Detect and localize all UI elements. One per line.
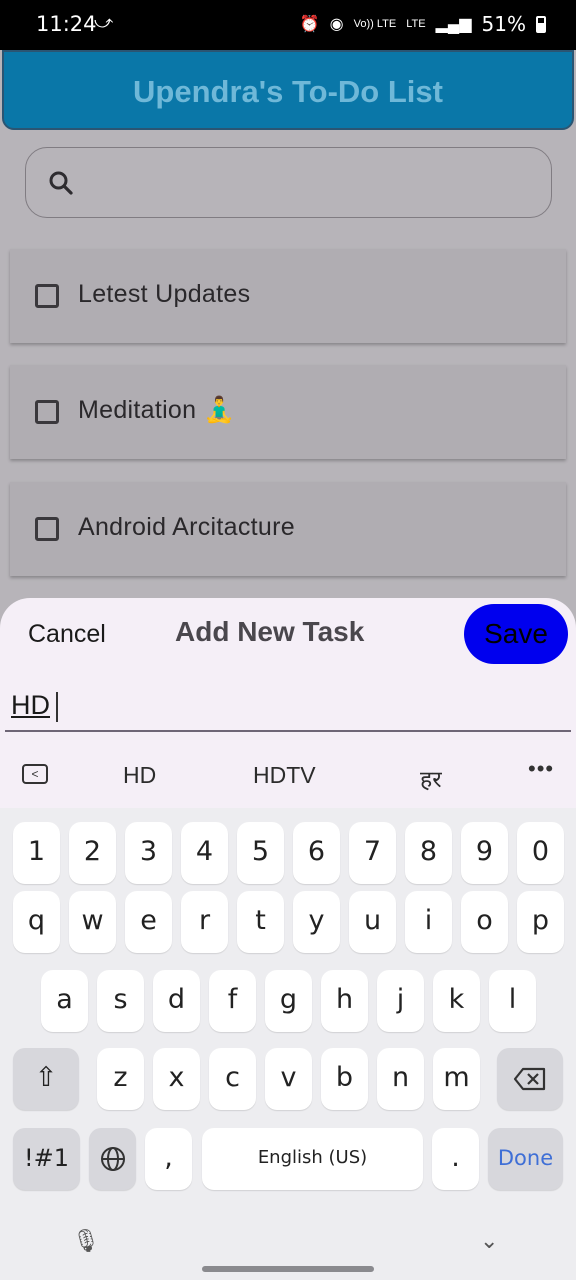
keyboard-toolbar-icon[interactable]: < — [22, 764, 48, 784]
key-9[interactable]: 9 — [461, 822, 508, 884]
key-p[interactable]: p — [517, 891, 564, 953]
key-a[interactable]: a — [41, 970, 88, 1032]
task-input-value: HD — [11, 690, 50, 720]
key-u[interactable]: u — [349, 891, 396, 953]
signal-icon: ▂▄▆ — [435, 16, 472, 33]
shift-key[interactable]: ⇧ — [13, 1048, 79, 1110]
suggestion-item[interactable]: हर — [420, 762, 442, 794]
key-t[interactable]: t — [237, 891, 284, 953]
key-6[interactable]: 6 — [293, 822, 340, 884]
key-j[interactable]: j — [377, 970, 424, 1032]
key-y[interactable]: y — [293, 891, 340, 953]
task-label: Meditation 🧘‍♂️ — [78, 396, 236, 424]
key-8[interactable]: 8 — [405, 822, 452, 884]
status-time: 11:24 — [36, 12, 97, 36]
key-g[interactable]: g — [265, 970, 312, 1032]
key-2[interactable]: 2 — [69, 822, 116, 884]
status-bar: 11:24 ⤻ ⏰ ◉ Vo)) LTE LTE ▂▄▆ 51% — [0, 0, 576, 50]
key-z[interactable]: z — [97, 1048, 144, 1110]
key-e[interactable]: e — [125, 891, 172, 953]
period-key[interactable]: . — [432, 1128, 479, 1190]
task-item[interactable]: Meditation 🧘‍♂️ — [10, 365, 566, 459]
task-label: Android Arcitacture — [78, 513, 295, 541]
key-h[interactable]: h — [321, 970, 368, 1032]
key-i[interactable]: i — [405, 891, 452, 953]
microphone-icon[interactable]: 🎙 — [72, 1228, 100, 1254]
key-1[interactable]: 1 — [13, 822, 60, 884]
key-5[interactable]: 5 — [237, 822, 284, 884]
battery-percent: 51% — [481, 12, 526, 36]
status-icons: ⏰ ◉ Vo)) LTE LTE ▂▄▆ 51% — [300, 12, 546, 36]
symbols-key[interactable]: !#1 — [13, 1128, 80, 1190]
more-options-icon[interactable]: ••• — [528, 756, 554, 782]
key-d[interactable]: d — [153, 970, 200, 1032]
task-item[interactable]: Android Arcitacture — [10, 482, 566, 576]
backspace-key[interactable] — [497, 1048, 563, 1110]
key-b[interactable]: b — [321, 1048, 368, 1110]
on-screen-keyboard: 1 2 3 4 5 6 7 8 9 0 q w e r t y u i o p … — [0, 808, 576, 1280]
task-checkbox[interactable] — [35, 517, 59, 541]
search-icon[interactable] — [46, 168, 76, 198]
space-key[interactable]: English (US) — [202, 1128, 423, 1190]
task-checkbox[interactable] — [35, 284, 59, 308]
cancel-button[interactable]: Cancel — [28, 620, 106, 649]
done-key[interactable]: Done — [488, 1128, 563, 1190]
page-title: Upendra's To-Do List — [133, 74, 443, 109]
lte-icon: LTE — [406, 17, 426, 30]
key-7[interactable]: 7 — [349, 822, 396, 884]
app-bar: Upendra's To-Do List — [2, 50, 574, 130]
task-item[interactable]: Letest Updates — [10, 249, 566, 343]
volte-icon: Vo)) LTE — [353, 17, 397, 30]
text-caret — [56, 692, 58, 722]
missed-call-icon: ⤻ — [94, 12, 114, 32]
battery-icon — [536, 15, 546, 33]
chevron-down-icon[interactable]: ⌄ — [480, 1228, 498, 1254]
comma-key[interactable]: , — [145, 1128, 192, 1190]
key-n[interactable]: n — [377, 1048, 424, 1110]
save-button[interactable]: Save — [464, 604, 568, 664]
key-v[interactable]: v — [265, 1048, 312, 1110]
task-checkbox[interactable] — [35, 400, 59, 424]
backspace-icon — [513, 1067, 546, 1090]
key-k[interactable]: k — [433, 970, 480, 1032]
key-r[interactable]: r — [181, 891, 228, 953]
key-c[interactable]: c — [209, 1048, 256, 1110]
key-w[interactable]: w — [69, 891, 116, 953]
key-0[interactable]: 0 — [517, 822, 564, 884]
add-task-sheet: Cancel Add New Task Save HD < HD HDTV हर… — [0, 598, 576, 808]
hotspot-icon: ◉ — [329, 16, 344, 33]
key-x[interactable]: x — [153, 1048, 200, 1110]
key-s[interactable]: s — [97, 970, 144, 1032]
suggestion-bar: < HD HDTV हर ••• — [0, 746, 576, 808]
globe-icon — [100, 1146, 125, 1171]
key-3[interactable]: 3 — [125, 822, 172, 884]
gesture-nav-handle[interactable] — [202, 1266, 374, 1272]
key-f[interactable]: f — [209, 970, 256, 1032]
alarm-icon: ⏰ — [299, 16, 320, 33]
search-input[interactable] — [25, 147, 552, 218]
key-q[interactable]: q — [13, 891, 60, 953]
task-name-input[interactable]: HD — [5, 684, 571, 732]
globe-key[interactable] — [89, 1128, 136, 1190]
sheet-title: Add New Task — [175, 616, 365, 647]
key-o[interactable]: o — [461, 891, 508, 953]
suggestion-item[interactable]: HDTV — [253, 762, 316, 789]
key-l[interactable]: l — [489, 970, 536, 1032]
key-4[interactable]: 4 — [181, 822, 228, 884]
key-m[interactable]: m — [433, 1048, 480, 1110]
suggestion-item[interactable]: HD — [123, 762, 156, 789]
task-label: Letest Updates — [78, 280, 251, 308]
